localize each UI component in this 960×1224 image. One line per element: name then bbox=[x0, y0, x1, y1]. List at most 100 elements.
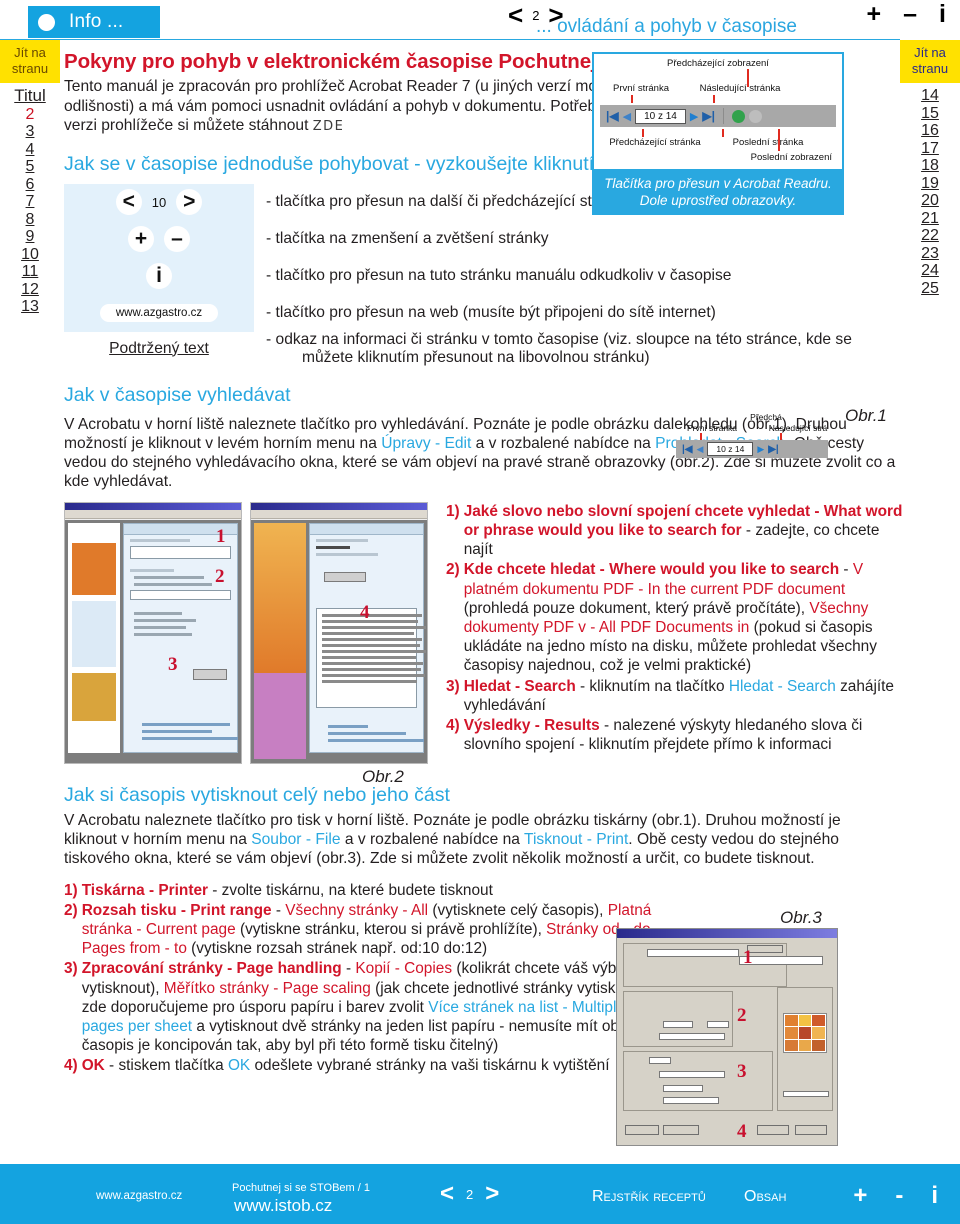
page-link-22[interactable]: 22 bbox=[900, 227, 960, 245]
goto-label-line2: stranu bbox=[11, 61, 49, 76]
zoom-in-icon[interactable]: + bbox=[867, 2, 882, 27]
page-link-23[interactable]: 23 bbox=[900, 245, 960, 263]
legend-info-icon[interactable]: i bbox=[146, 263, 172, 289]
advanced-button[interactable] bbox=[663, 1125, 699, 1135]
numbered-list-item: 4) OK - stiskem tlačítka OK odešlete vybr… bbox=[64, 1056, 664, 1075]
page-link-21[interactable]: 21 bbox=[900, 210, 960, 228]
page-link-17[interactable]: 17 bbox=[900, 140, 960, 158]
text-run[interactable]: Úpravy - Edit bbox=[381, 435, 471, 452]
legend-key-info: i bbox=[64, 263, 254, 289]
page-field[interactable]: 10 z 14 bbox=[635, 108, 686, 124]
next-page-icon[interactable]: ▶ bbox=[757, 444, 764, 455]
page-link-20[interactable]: 20 bbox=[900, 192, 960, 210]
legend-prev-page-icon[interactable]: < bbox=[115, 189, 142, 215]
text-run[interactable]: Tisknout - Print bbox=[524, 831, 628, 848]
dialog-marker-2: 2 bbox=[737, 1005, 747, 1026]
cancel-button[interactable] bbox=[795, 1125, 827, 1135]
page-link-25[interactable]: 25 bbox=[900, 280, 960, 298]
legend-key-pager: <10 > bbox=[64, 189, 254, 215]
page-link-7[interactable]: 7 bbox=[0, 193, 60, 211]
page-link-titul[interactable]: Titul bbox=[0, 87, 60, 105]
subset-select[interactable] bbox=[659, 1033, 725, 1040]
next-page-icon[interactable]: ▶ bbox=[690, 110, 698, 123]
first-page-icon[interactable]: |◀ bbox=[606, 109, 619, 123]
previous-page-icon[interactable]: ◀ bbox=[697, 444, 704, 455]
footer-next-page-icon[interactable]: > bbox=[485, 1182, 499, 1206]
footer-page-navigation: < 2 > bbox=[440, 1182, 499, 1206]
intro-text: Tento manuál je zpracován pro prohlížeč … bbox=[64, 78, 649, 134]
numbered-list-item: 2) Kde chcete hledat - Where would you li… bbox=[446, 560, 906, 675]
list-item-number: 1) bbox=[64, 881, 78, 899]
legend-key-underline: Podtržený text bbox=[64, 340, 254, 358]
figure-obr1: Předchá První stránka Následující strá |… bbox=[676, 412, 856, 458]
page-link-12[interactable]: 12 bbox=[0, 281, 60, 299]
previous-page-icon[interactable]: ◀ bbox=[623, 110, 631, 123]
text-run[interactable]: Hledat - Search bbox=[729, 678, 836, 695]
zoom-out-icon[interactable]: – bbox=[903, 2, 917, 27]
footer-istob-link[interactable]: www.istob.cz bbox=[234, 1196, 332, 1216]
first-page-icon[interactable]: |◀ bbox=[682, 444, 693, 455]
zoom-slider[interactable] bbox=[783, 1091, 829, 1097]
text-run: Všechny stránky - All bbox=[285, 901, 429, 919]
page-link-5[interactable]: 5 bbox=[0, 158, 60, 176]
print-tips-button[interactable] bbox=[625, 1125, 659, 1135]
footer-prev-page-icon[interactable]: < bbox=[440, 1182, 454, 1206]
footer-zoom-in-icon[interactable]: + bbox=[853, 1184, 867, 1208]
legend-underlined-text-sample[interactable]: Podtržený text bbox=[109, 340, 209, 358]
pages-to-field[interactable] bbox=[707, 1021, 729, 1028]
text-run: Kde chcete hledat - Where would you like… bbox=[463, 561, 840, 579]
pages-per-sheet-select[interactable] bbox=[663, 1085, 703, 1092]
page-link-4[interactable]: 4 bbox=[0, 141, 60, 159]
numbered-list-item: 3) Hledat - Search - kliknutím na tlačítk… bbox=[446, 677, 906, 715]
goto-label-line1: Jít na bbox=[914, 45, 946, 60]
page-link-6[interactable]: 6 bbox=[0, 176, 60, 194]
text-run[interactable]: OK bbox=[228, 1057, 250, 1074]
page-link-9[interactable]: 9 bbox=[0, 228, 60, 246]
zde-link[interactable]: ZDE bbox=[313, 119, 345, 134]
ok-button[interactable] bbox=[757, 1125, 789, 1135]
results-panel bbox=[309, 522, 426, 753]
page-link-15[interactable]: 15 bbox=[900, 105, 960, 123]
page-link-11[interactable]: 11 bbox=[0, 263, 60, 281]
page-field[interactable]: 10 z 14 bbox=[707, 442, 754, 456]
pages-from-field[interactable] bbox=[663, 1021, 693, 1028]
text-run[interactable]: Soubor - File bbox=[251, 831, 340, 848]
footer-url-link[interactable]: www.azgastro.cz bbox=[96, 1190, 182, 1202]
page-link-13[interactable]: 13 bbox=[0, 298, 60, 316]
page-scaling-select[interactable] bbox=[659, 1071, 725, 1078]
page-link-24[interactable]: 24 bbox=[900, 262, 960, 280]
page-link-2[interactable]: 2 bbox=[0, 106, 60, 124]
previous-view-icon[interactable] bbox=[731, 109, 745, 123]
printer-name-select[interactable] bbox=[647, 949, 739, 957]
label-last-page: Poslední stránka bbox=[732, 137, 804, 148]
info-tab-button[interactable]: Info ... bbox=[28, 6, 160, 38]
next-view-icon[interactable] bbox=[748, 109, 762, 123]
section-heading-search: Jak v časopise vyhledávat bbox=[64, 383, 291, 406]
info-icon[interactable]: i bbox=[939, 2, 946, 27]
page-link-10[interactable]: 10 bbox=[0, 246, 60, 264]
figure-caption-obr2: Obr.2 bbox=[362, 766, 404, 786]
page-link-19[interactable]: 19 bbox=[900, 175, 960, 193]
last-page-icon[interactable]: ▶| bbox=[702, 109, 715, 123]
prev-page-icon[interactable]: < bbox=[508, 2, 523, 28]
page-link-14[interactable]: 14 bbox=[900, 87, 960, 105]
legend-next-page-icon[interactable]: > bbox=[176, 189, 203, 215]
document-page-thumb bbox=[254, 522, 306, 759]
legend-zoom-out-icon[interactable]: – bbox=[164, 226, 190, 252]
numbered-list-item: 1) Jaké slovo nebo slovní spojení chcete … bbox=[446, 502, 906, 560]
footer-zoom-out-icon[interactable]: - bbox=[895, 1184, 903, 1208]
copies-field[interactable] bbox=[649, 1057, 671, 1064]
page-link-16[interactable]: 16 bbox=[900, 122, 960, 140]
page-link-18[interactable]: 18 bbox=[900, 157, 960, 175]
legend-key-url: www.azgastro.cz bbox=[64, 304, 254, 322]
page-order-select[interactable] bbox=[663, 1097, 719, 1104]
footer-contents-link[interactable]: Obsah bbox=[744, 1188, 786, 1206]
page-link-3[interactable]: 3 bbox=[0, 123, 60, 141]
footer-recipe-index-link[interactable]: Rejstřík receptů bbox=[592, 1188, 706, 1206]
acrobat-nav-diagram: Předcházející zobrazení První stránka Ná… bbox=[592, 52, 844, 171]
legend-zoom-in-icon[interactable]: + bbox=[128, 226, 154, 252]
last-page-icon[interactable]: ▶| bbox=[768, 444, 779, 455]
page-link-8[interactable]: 8 bbox=[0, 211, 60, 229]
legend-website-button[interactable]: www.azgastro.cz bbox=[99, 304, 219, 322]
footer-info-icon[interactable]: i bbox=[931, 1184, 938, 1208]
